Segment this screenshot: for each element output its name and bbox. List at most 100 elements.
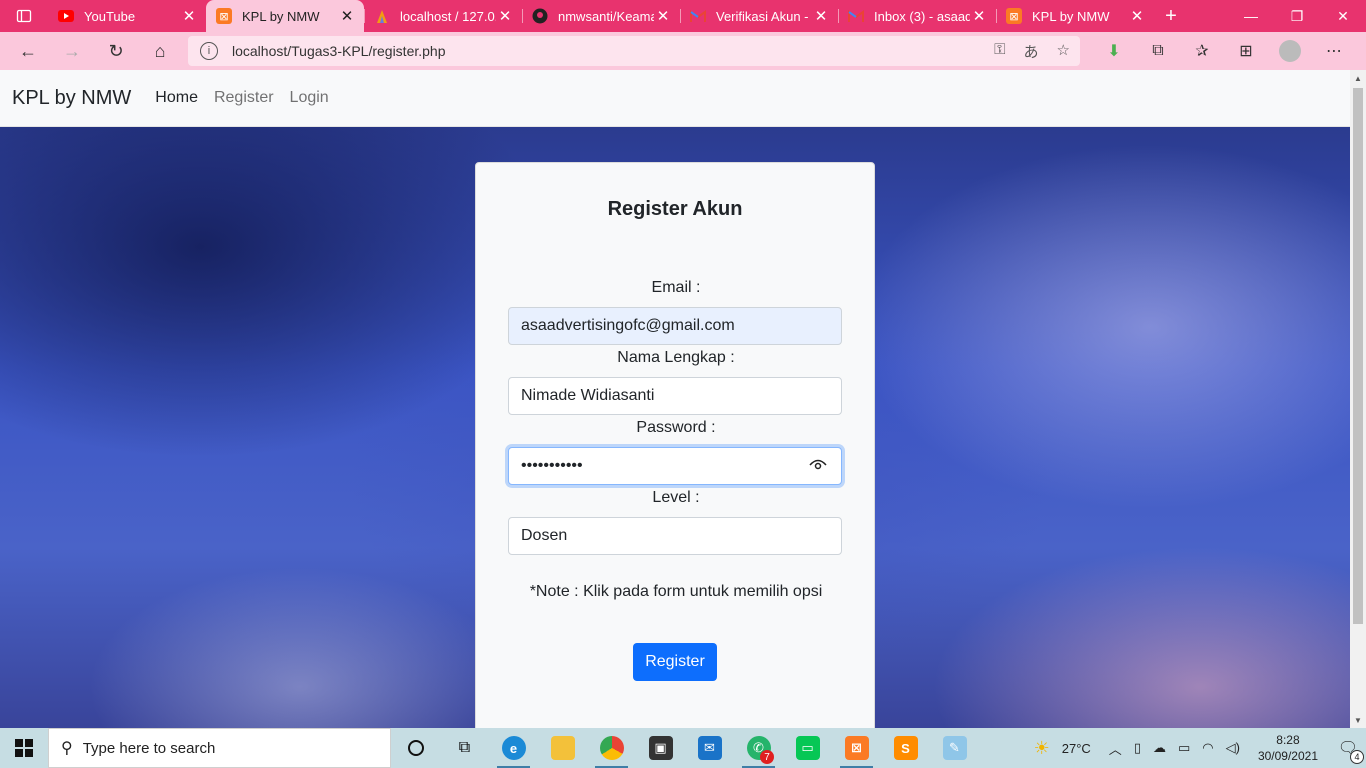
weather-temp[interactable]: 27°C: [1062, 741, 1091, 756]
tab-github[interactable]: nmwsanti/Keamanan ✕: [522, 0, 680, 32]
scroll-up-icon[interactable]: ▲: [1350, 70, 1366, 86]
start-button[interactable]: [0, 728, 48, 768]
whatsapp-button[interactable]: ✆ 7: [734, 728, 783, 768]
notification-center-button[interactable]: 🗨 4: [1330, 738, 1366, 764]
xampp-icon: ⊠: [1006, 8, 1022, 24]
task-view-icon: ⧉: [458, 739, 471, 756]
password-field[interactable]: •••••••••••: [508, 447, 842, 485]
tab-gmail-verifikasi[interactable]: Verifikasi Akun - N ✕: [680, 0, 838, 32]
close-tab-icon[interactable]: ✕: [654, 7, 672, 25]
weather-icon[interactable]: ☀: [1034, 738, 1050, 759]
gmail-icon: [690, 8, 706, 24]
taskbar-search[interactable]: ⚲ Type here to search: [48, 728, 391, 768]
close-tab-icon[interactable]: ✕: [496, 7, 514, 25]
address-bar[interactable]: i localhost/Tugas3-KPL/register.php ⚿ あ …: [188, 36, 1080, 66]
tab-gmail-inbox[interactable]: Inbox (3) - asaadv ✕: [838, 0, 996, 32]
svg-text:⊠: ⊠: [1009, 10, 1018, 23]
back-button[interactable]: ←: [6, 32, 50, 70]
chrome-icon: [599, 736, 624, 760]
refresh-button[interactable]: ↻: [94, 32, 138, 70]
new-tab-button[interactable]: +: [1154, 0, 1188, 32]
nav-login[interactable]: Login: [290, 89, 329, 107]
whatsapp-badge: 7: [760, 750, 774, 764]
download-extension-icon[interactable]: ⬇: [1092, 41, 1136, 61]
tab-title: KPL by NMW: [242, 8, 320, 24]
mail-icon: ✉: [697, 736, 722, 760]
edge-icon: e: [501, 736, 526, 760]
close-window-button[interactable]: ✕: [1320, 0, 1366, 32]
xampp-button[interactable]: ⊠: [832, 728, 881, 768]
add-favorite-icon[interactable]: ☆: [1057, 41, 1070, 62]
close-tab-icon[interactable]: ✕: [180, 7, 198, 25]
system-tray: ☀ 27°C ︿ ▯ ☁ ▭ ◠ ◁) 8:28 30/09/2021 🗨 4: [1028, 728, 1366, 768]
line-button[interactable]: ▭: [783, 728, 832, 768]
volume-icon[interactable]: ◁): [1226, 740, 1240, 756]
favorites-icon[interactable]: ✰: [1180, 41, 1224, 61]
edge-taskbar-button[interactable]: e: [489, 728, 538, 768]
read-aloud-icon[interactable]: あ: [1024, 41, 1039, 62]
nav-home[interactable]: Home: [155, 89, 198, 107]
mail-button[interactable]: ✉: [685, 728, 734, 768]
tab-kpl-active[interactable]: ⊠ KPL by NMW ✕: [206, 0, 364, 32]
clock[interactable]: 8:28 30/09/2021: [1258, 732, 1318, 764]
wifi-icon[interactable]: ◠: [1202, 740, 1213, 756]
info-icon[interactable]: i: [200, 42, 218, 60]
scroll-down-icon[interactable]: ▼: [1350, 712, 1366, 728]
collections-icon[interactable]: ⊞: [1224, 41, 1268, 61]
github-icon: [532, 8, 548, 24]
nav-register[interactable]: Register: [214, 89, 274, 107]
file-explorer-button[interactable]: [538, 728, 587, 768]
notification-count: 4: [1350, 750, 1364, 764]
cortana-button[interactable]: [391, 728, 440, 768]
device-icon[interactable]: ▯: [1134, 740, 1141, 756]
youtube-icon: [58, 8, 74, 24]
key-icon[interactable]: ⚿: [994, 41, 1005, 62]
cloud-icon[interactable]: ☁: [1153, 740, 1166, 756]
web-page: KPL by NMW Home Register Login Register …: [0, 70, 1350, 728]
home-button[interactable]: ⌂: [138, 32, 182, 70]
tab-title: Verifikasi Akun - N: [716, 8, 812, 24]
paint-icon: ✎: [942, 736, 967, 760]
minimize-button[interactable]: —: [1228, 0, 1274, 32]
show-password-icon[interactable]: [809, 459, 827, 471]
store-button[interactable]: ▣: [636, 728, 685, 768]
extensions-icon[interactable]: ⧉: [1136, 42, 1180, 60]
name-field[interactable]: Nimade Widiasanti: [508, 377, 842, 415]
more-menu-icon[interactable]: ⋯: [1312, 41, 1356, 61]
restore-button[interactable]: ❐: [1274, 0, 1320, 32]
battery-icon[interactable]: ▭: [1178, 740, 1190, 756]
chevron-up-icon[interactable]: ︿: [1109, 739, 1122, 758]
close-tab-icon[interactable]: ✕: [1128, 7, 1146, 25]
cortana-icon: [407, 740, 424, 756]
scroll-thumb[interactable]: [1353, 88, 1363, 624]
profile-avatar[interactable]: [1279, 40, 1301, 62]
line-icon: ▭: [795, 736, 820, 760]
close-tab-icon[interactable]: ✕: [970, 7, 988, 25]
tab-title: nmwsanti/Keamanan: [558, 8, 654, 24]
chrome-taskbar-button[interactable]: [587, 728, 636, 768]
home-icon: ⌂: [154, 40, 166, 61]
tab-phpmyadmin[interactable]: localhost / 127.0.0 ✕: [364, 0, 522, 32]
forward-button[interactable]: →: [50, 32, 94, 70]
register-card: Register Akun Email : asaadvertisingofc@…: [475, 162, 875, 728]
tab-youtube[interactable]: YouTube ✕: [48, 0, 206, 32]
tab-actions-button[interactable]: [0, 0, 48, 32]
paint-button[interactable]: ✎: [930, 728, 979, 768]
close-tab-icon[interactable]: ✕: [812, 7, 830, 25]
register-button[interactable]: Register: [633, 643, 717, 681]
close-tab-icon[interactable]: ✕: [338, 7, 356, 25]
level-label: Level :: [652, 489, 700, 506]
store-icon: ▣: [648, 736, 673, 760]
site-brand[interactable]: KPL by NMW: [12, 87, 131, 110]
task-view-button[interactable]: ⧉: [440, 728, 489, 768]
url-text[interactable]: localhost/Tugas3-KPL/register.php: [232, 43, 994, 59]
tab-title: YouTube: [84, 8, 136, 24]
level-select[interactable]: Dosen: [508, 517, 842, 555]
tab-kpl-2[interactable]: ⊠ KPL by NMW ✕: [996, 0, 1154, 32]
site-navbar: KPL by NMW Home Register Login: [0, 70, 1350, 127]
sublime-button[interactable]: S: [881, 728, 930, 768]
page-scrollbar[interactable]: ▲ ▼: [1350, 70, 1366, 728]
arrow-right-icon: →: [63, 40, 81, 61]
password-value: •••••••••••: [521, 457, 583, 474]
email-field[interactable]: asaadvertisingofc@gmail.com: [508, 307, 842, 345]
